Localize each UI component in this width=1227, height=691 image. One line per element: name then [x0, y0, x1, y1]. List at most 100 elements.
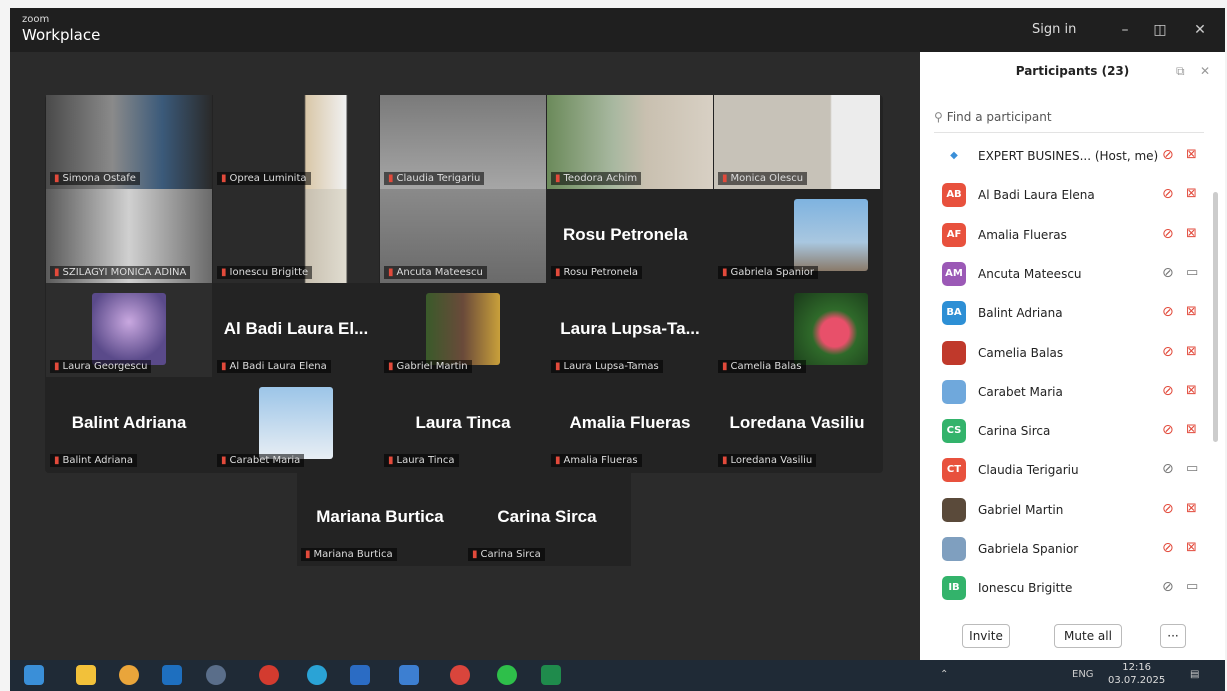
restore-button[interactable]: ◫ — [1145, 18, 1175, 42]
participant-name-label: ▮ Ancuta Mateescu — [384, 266, 487, 279]
participant-row[interactable]: IB Ionescu Brigitte ⊘ ▭ — [920, 570, 1218, 608]
profile-picture — [794, 293, 868, 365]
video-off-icon[interactable]: ⊠ — [1186, 540, 1197, 555]
video-tile[interactable]: Laura Tinca ▮ Laura Tinca — [380, 377, 546, 471]
app-c-icon[interactable] — [206, 665, 226, 685]
video-tile[interactable]: ▮ SZILAGYI MONICA ADINA — [46, 189, 212, 283]
zoom-taskbar-icon[interactable] — [399, 665, 419, 685]
participant-name: Balint Adriana — [62, 455, 133, 466]
video-tile[interactable]: Amalia Flueras ▮ Amalia Flueras — [547, 377, 713, 471]
video-tile[interactable]: ▮ Gabriel Martin — [380, 283, 546, 377]
chrome-2-icon[interactable] — [450, 665, 470, 685]
video-tile[interactable]: ▮ Teodora Achim — [547, 95, 713, 189]
muted-mic-icon: ▮ — [722, 173, 728, 184]
language-indicator[interactable]: ENG — [1072, 669, 1094, 680]
video-off-icon[interactable]: ⊠ — [1186, 501, 1197, 516]
mic-muted-icon[interactable]: ⊘ — [1162, 501, 1174, 517]
mic-muted-icon[interactable]: ⊘ — [1162, 147, 1174, 163]
popout-icon[interactable]: ⧉ — [1176, 64, 1185, 79]
participant-row[interactable]: AB Al Badi Laura Elena ⊘ ⊠ — [920, 177, 1218, 215]
video-camera-icon[interactable]: ▭ — [1186, 461, 1198, 476]
participant-row[interactable]: CT Claudia Terigariu ⊘ ▭ — [920, 452, 1218, 490]
video-tile[interactable]: ▮ Oprea Luminita — [213, 95, 379, 189]
participant-row[interactable]: Carabet Maria ⊘ ⊠ — [920, 374, 1218, 412]
title-bar: zoom Workplace Sign in – ◫ ✕ — [10, 8, 1225, 52]
video-tile[interactable]: ▮ Ionescu Brigitte — [213, 189, 379, 283]
system-clock[interactable]: 12:16 03.07.2025 — [1108, 661, 1165, 687]
video-tile[interactable]: Laura Lupsa-Ta... ▮ Laura Lupsa-Tamas — [547, 283, 713, 377]
edge-icon[interactable] — [307, 665, 327, 685]
close-button[interactable]: ✕ — [1185, 18, 1215, 42]
video-tile[interactable]: ▮ Claudia Terigariu — [380, 95, 546, 189]
avatar: CT — [942, 458, 966, 483]
video-tile[interactable]: Balint Adriana ▮ Balint Adriana — [46, 377, 212, 471]
participant-row[interactable]: BA Balint Adriana ⊘ ⊠ — [920, 295, 1218, 333]
start-icon[interactable] — [24, 665, 44, 685]
participant-row[interactable]: AM Ancuta Mateescu ⊘ ▭ — [920, 256, 1218, 294]
sign-in-button[interactable]: Sign in — [1032, 22, 1076, 37]
mic-muted-icon[interactable]: ⊘ — [1162, 540, 1174, 556]
video-tile[interactable]: Mariana Burtica ▮ Mariana Burtica — [297, 471, 463, 565]
video-tile[interactable]: ▮ Monica Olescu — [714, 95, 880, 189]
participant-row[interactable]: AF Amalia Flueras ⊘ ⊠ — [920, 217, 1218, 255]
participant-row[interactable]: Gabriela Spanior ⊘ ⊠ — [920, 531, 1218, 569]
participant-name: Carabet Maria — [229, 455, 301, 466]
video-camera-icon[interactable]: ▭ — [1186, 265, 1198, 280]
mic-muted-icon[interactable]: ⊘ — [1162, 383, 1174, 399]
recorder-icon[interactable] — [259, 665, 279, 685]
mic-muted-icon[interactable]: ⊘ — [1162, 422, 1174, 438]
video-tile[interactable]: ▮ Ancuta Mateescu — [380, 189, 546, 283]
file-explorer-icon[interactable] — [76, 665, 96, 685]
invite-button[interactable]: Invite — [962, 624, 1010, 648]
mic-muted-icon[interactable]: ⊘ — [1162, 461, 1174, 477]
video-tile[interactable]: Rosu Petronela ▮ Rosu Petronela — [547, 189, 713, 283]
whatsapp-icon[interactable] — [497, 665, 517, 685]
participant-row[interactable]: Camelia Balas ⊘ ⊠ — [920, 335, 1218, 373]
close-panel-icon[interactable]: ✕ — [1200, 64, 1210, 78]
mic-muted-icon[interactable]: ⊘ — [1162, 186, 1174, 202]
participant-name-label: ▮ Al Badi Laura Elena — [217, 360, 331, 373]
notifications-icon[interactable]: ▤ — [1190, 669, 1199, 680]
video-off-icon[interactable]: ⊠ — [1186, 422, 1197, 437]
video-tile[interactable]: Loredana Vasiliu ▮ Loredana Vasiliu — [714, 377, 880, 471]
mic-muted-icon[interactable]: ⊘ — [1162, 265, 1174, 281]
muted-mic-icon: ▮ — [722, 455, 728, 466]
muted-mic-icon: ▮ — [555, 173, 561, 184]
video-off-icon[interactable]: ⊠ — [1186, 226, 1197, 241]
chrome-icon[interactable] — [119, 665, 139, 685]
video-camera-icon[interactable]: ▭ — [1186, 579, 1198, 594]
mic-muted-icon[interactable]: ⊘ — [1162, 579, 1174, 595]
participant-row[interactable]: ◆ EXPERT BUSINES... (Host, me) ⊘ ⊠ — [920, 138, 1218, 176]
video-off-icon[interactable]: ⊠ — [1186, 344, 1197, 359]
mic-muted-icon[interactable]: ⊘ — [1162, 344, 1174, 360]
minimize-button[interactable]: – — [1110, 18, 1140, 42]
participant-name: Claudia Terigariu — [396, 173, 481, 184]
video-tile[interactable]: ▮ Simona Ostafe — [46, 95, 212, 189]
mic-muted-icon[interactable]: ⊘ — [1162, 226, 1174, 242]
video-off-icon[interactable]: ⊠ — [1186, 186, 1197, 201]
word-icon[interactable] — [350, 665, 370, 685]
participant-row[interactable]: CS Carina Sirca ⊘ ⊠ — [920, 413, 1218, 451]
video-off-icon[interactable]: ⊠ — [1186, 383, 1197, 398]
video-off-icon[interactable]: ⊠ — [1186, 304, 1197, 319]
video-tile[interactable]: ▮ Laura Georgescu — [46, 283, 212, 377]
more-options-button[interactable]: ··· — [1160, 624, 1186, 648]
participant-display-name: Balint Adriana — [71, 413, 187, 432]
tray-overflow-icon[interactable]: ⌃ — [940, 669, 948, 680]
video-tile[interactable]: Al Badi Laura El... ▮ Al Badi Laura Elena — [213, 283, 379, 377]
video-tile[interactable]: ▮ Gabriela Spanior — [714, 189, 880, 283]
video-off-icon[interactable]: ⊠ — [1186, 147, 1197, 162]
participant-row[interactable]: Gabriel Martin ⊘ ⊠ — [920, 492, 1218, 530]
mic-muted-icon[interactable]: ⊘ — [1162, 304, 1174, 320]
video-tile[interactable]: ▮ Camelia Balas — [714, 283, 880, 377]
mute-all-button[interactable]: Mute all — [1054, 624, 1122, 648]
outlook-icon[interactable] — [162, 665, 182, 685]
video-tile[interactable]: ▮ Carabet Maria — [213, 377, 379, 471]
participants-scrollbar[interactable] — [1213, 192, 1218, 442]
video-tile[interactable]: Carina Sirca ▮ Carina Sirca — [464, 471, 630, 565]
profile-picture — [92, 293, 166, 365]
avatar: AF — [942, 222, 966, 247]
search-participant-input[interactable]: ⚲ Find a participant — [934, 110, 1204, 133]
excel-icon[interactable] — [541, 665, 561, 685]
participant-name-label: ▮ Mariana Burtica — [301, 548, 397, 561]
